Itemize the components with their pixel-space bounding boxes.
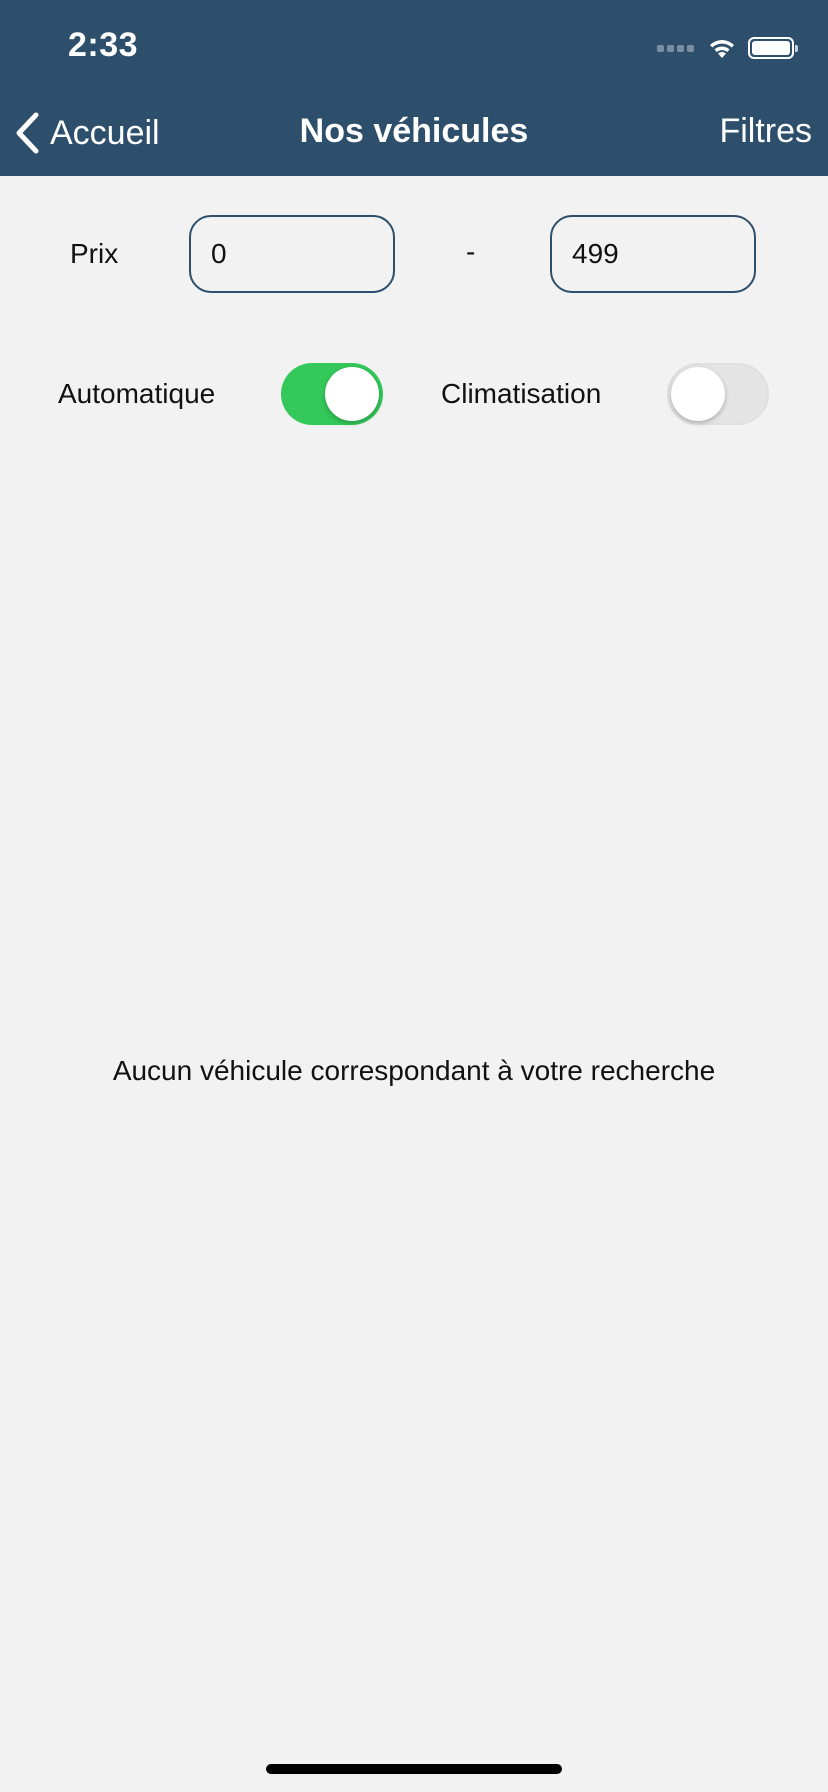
air-conditioning-toggle[interactable] [667,363,769,425]
status-icons [657,36,798,60]
price-min-input[interactable] [189,215,395,293]
automatic-label: Automatique [58,378,216,409]
chevron-left-icon [16,112,39,154]
price-separator: - [466,236,476,267]
air-conditioning-label: Climatisation [441,378,602,409]
price-label: Prix [70,238,119,269]
battery-icon [748,37,798,59]
back-button[interactable]: Accueil [14,108,160,158]
wifi-icon [710,40,734,58]
price-max-input[interactable] [550,215,756,293]
signal-icon [657,44,694,52]
back-label: Accueil [50,113,160,152]
home-indicator[interactable] [266,1764,562,1774]
automatic-toggle[interactable] [281,363,383,425]
navigation-header: 2:33 Accueil Nos véhicules Filtres [0,0,828,176]
status-time: 2:33 [68,26,139,64]
toggle-knob [325,367,379,421]
empty-results-message: Aucun véhicule correspondant à votre rec… [112,1055,716,1086]
filters-button[interactable]: Filtres [719,112,812,151]
toggle-knob [671,367,725,421]
